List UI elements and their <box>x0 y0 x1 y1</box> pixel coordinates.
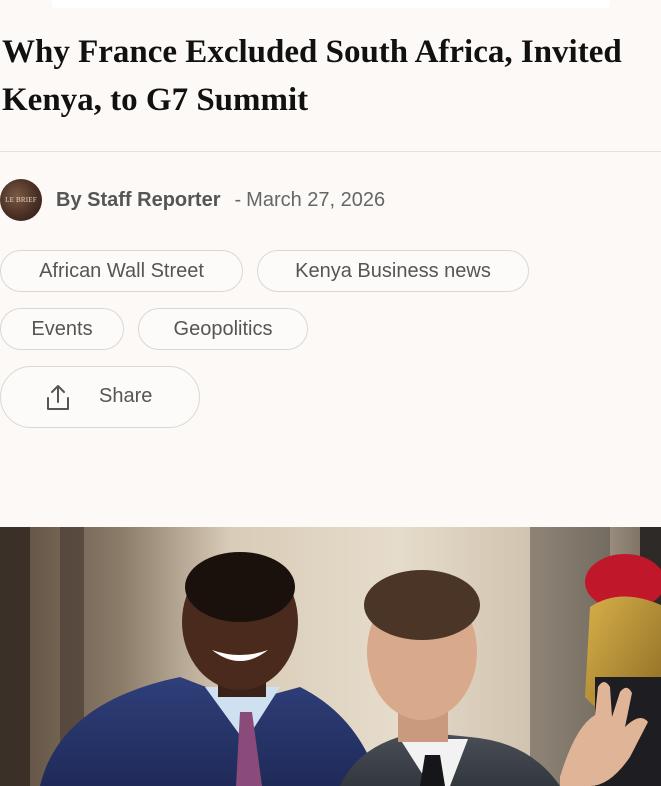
article-title: Why France Excluded South Africa, Invite… <box>2 34 622 118</box>
date-separator: - <box>234 188 242 211</box>
byline: LE BRIEF By Staff Reporter - March 27, 2… <box>0 178 385 222</box>
share-icon <box>47 385 69 410</box>
author-name[interactable]: By Staff Reporter <box>56 189 220 212</box>
top-banner-strip <box>52 0 610 8</box>
tag-label: Kenya Business news <box>295 259 491 282</box>
tag-label: Geopolitics <box>173 317 273 340</box>
share-button[interactable]: Share <box>0 366 200 428</box>
divider <box>0 151 661 152</box>
share-label: Share <box>99 385 153 407</box>
tag-geopolitics[interactable]: Geopolitics <box>138 308 308 350</box>
tag-label: Events <box>31 317 93 340</box>
tag-kenya-business-news[interactable]: Kenya Business news <box>257 250 529 292</box>
author-avatar[interactable]: LE BRIEF <box>0 179 42 221</box>
tag-label: African Wall Street <box>39 259 204 282</box>
tag-events[interactable]: Events <box>0 308 124 350</box>
tag-african-wall-street[interactable]: African Wall Street <box>0 250 243 292</box>
hero-image <box>0 527 661 786</box>
avatar-logo-text: LE BRIEF <box>5 196 37 204</box>
publish-date: March 27, 2026 <box>246 188 386 211</box>
